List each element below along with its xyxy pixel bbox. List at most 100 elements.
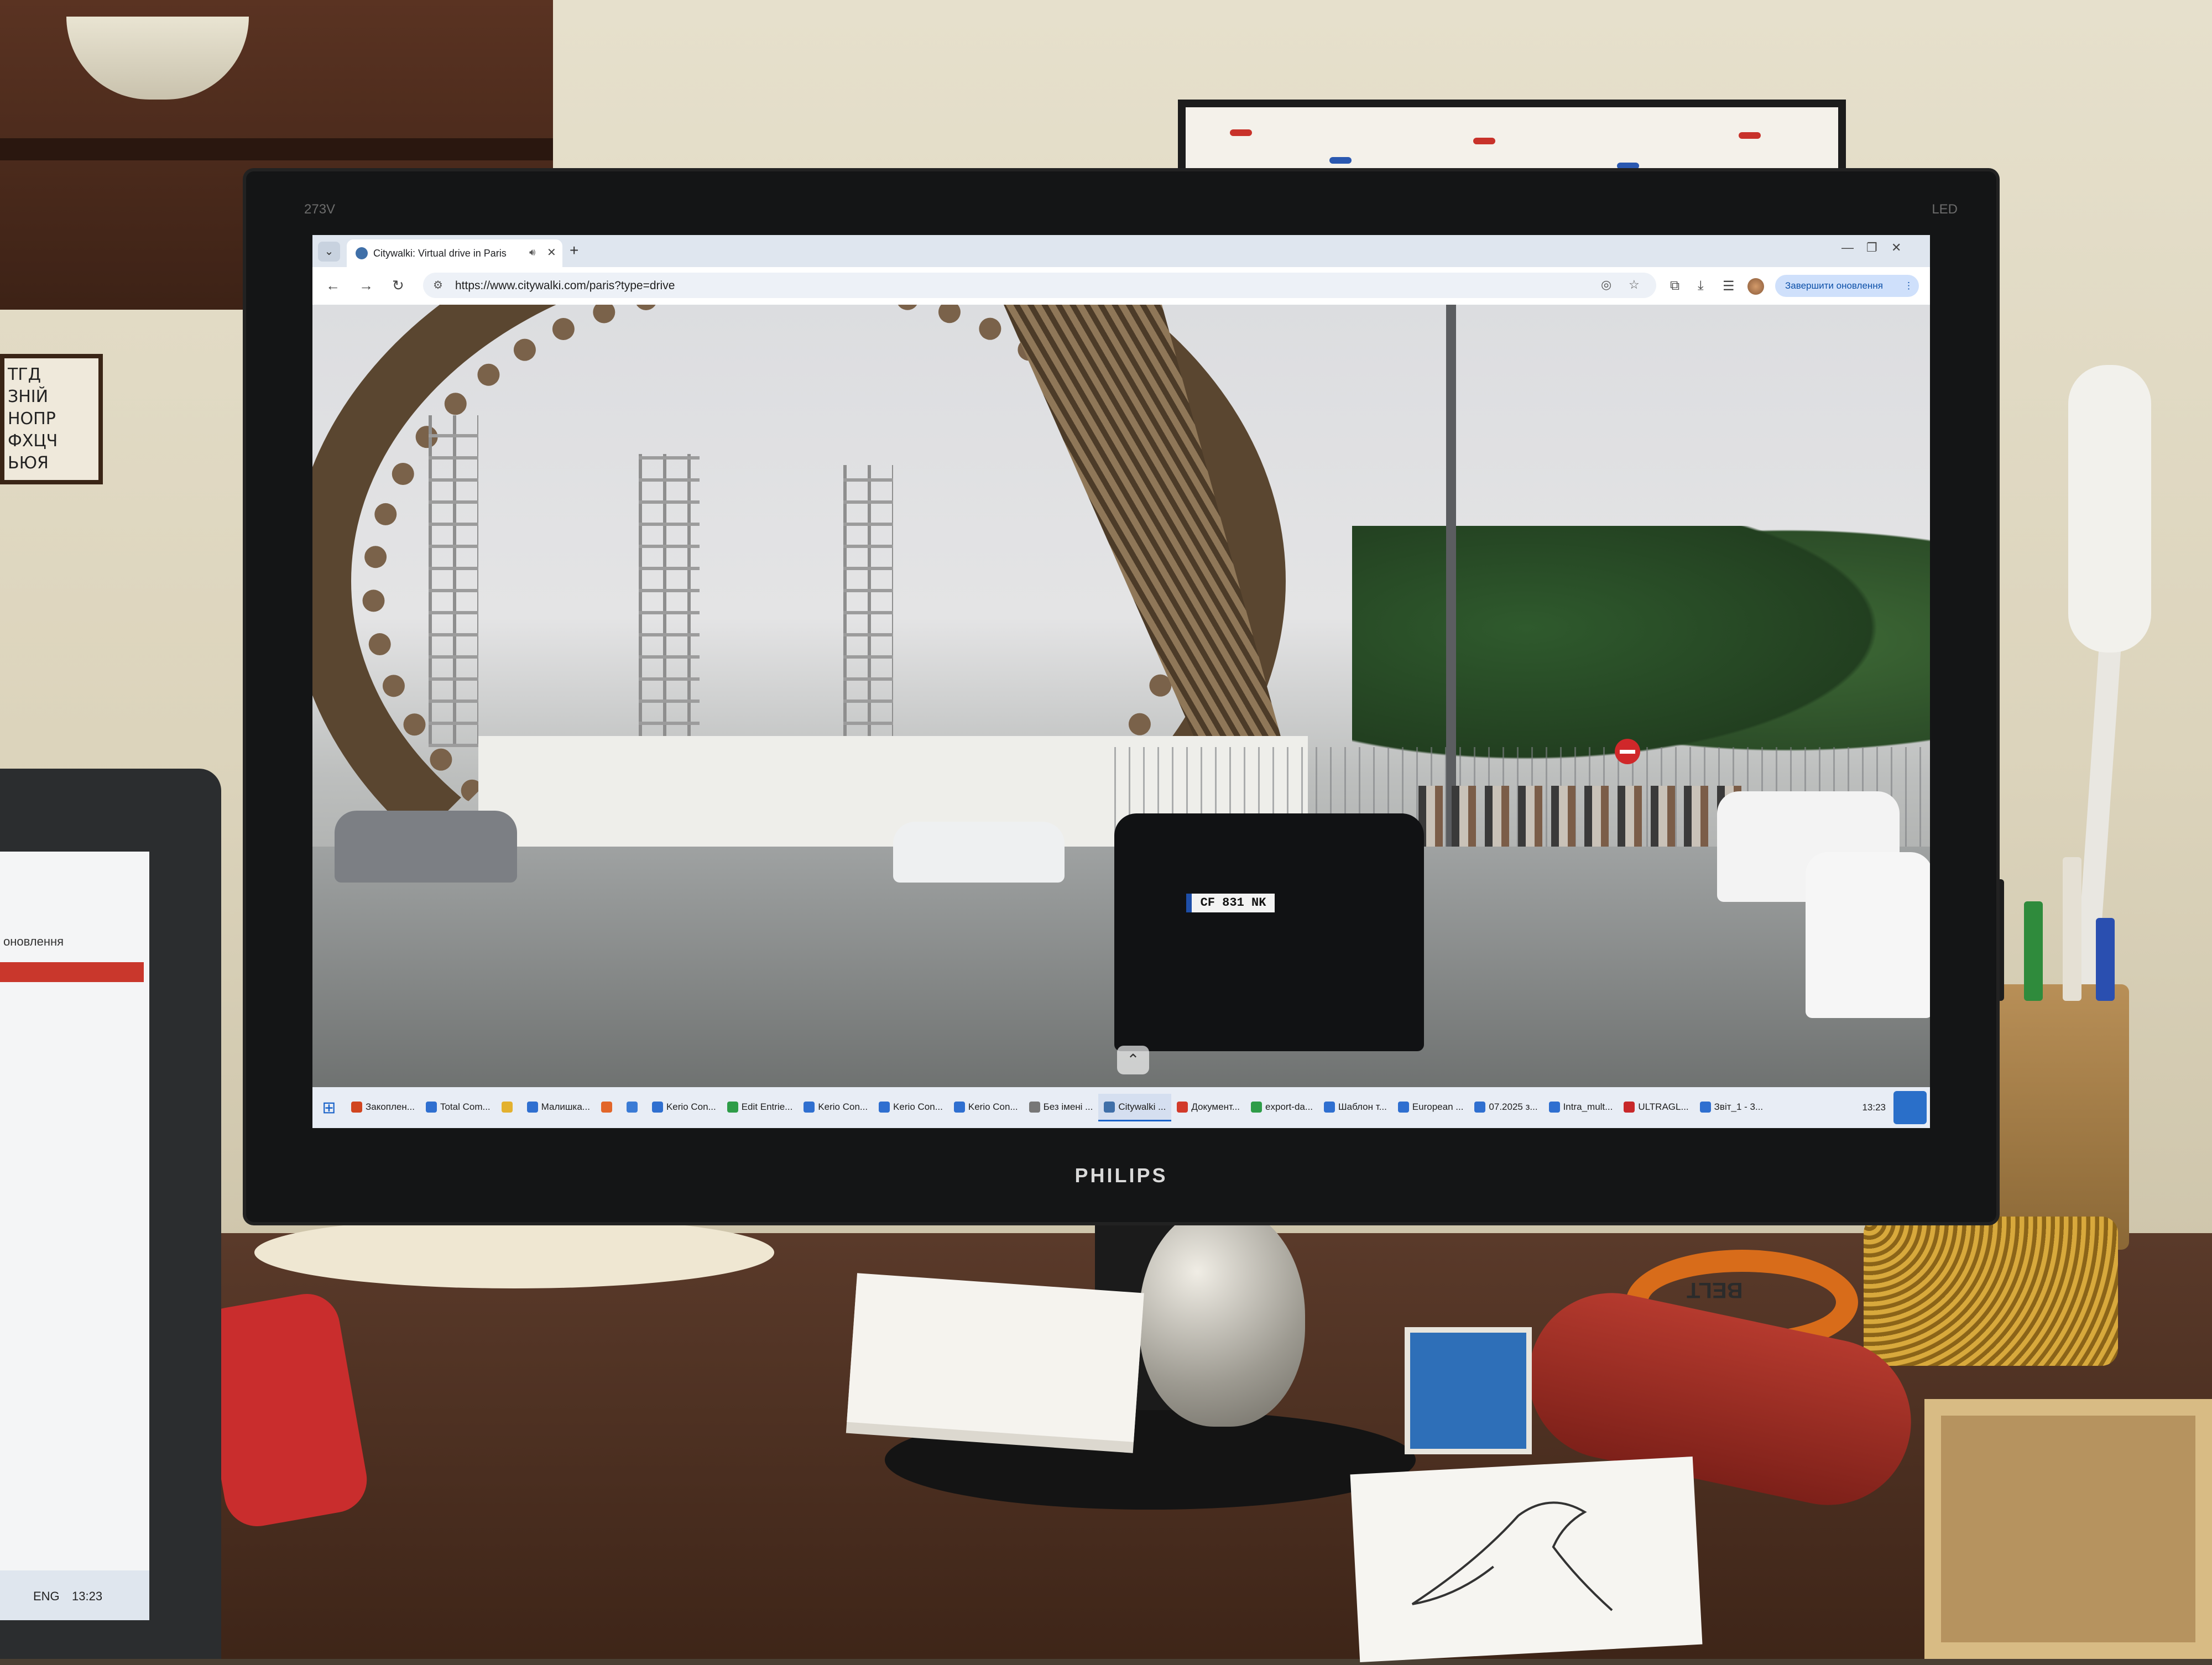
monitor-brand: PHILIPS xyxy=(1074,1164,1168,1187)
taskbar-item[interactable]: Edit Entrie... xyxy=(722,1094,799,1121)
paint-splash xyxy=(1473,138,1495,144)
scaffolding xyxy=(843,465,893,747)
pen xyxy=(2096,918,2115,1001)
finish-update-button[interactable]: Завершити оновлення ⋮ xyxy=(1775,275,1919,297)
taskbar-item-label: European ... xyxy=(1412,1101,1464,1112)
speaker-icon[interactable]: 🔊︎ xyxy=(529,247,535,258)
alphabet-line: ТГД xyxy=(8,365,41,384)
laptop-tab-text: оновлення xyxy=(3,935,64,948)
matchbox xyxy=(1405,1327,1532,1454)
app-icon xyxy=(1474,1101,1486,1113)
window-close-icon[interactable]: ✕ xyxy=(1891,241,1901,255)
taskbar-item[interactable]: Kerio Con... xyxy=(948,1094,1024,1121)
taskbar-item-label: Kerio Con... xyxy=(968,1101,1018,1112)
new-tab-button[interactable]: + xyxy=(570,242,578,259)
black-suv xyxy=(1114,813,1424,1051)
downloads-icon[interactable]: ⤓ xyxy=(1698,278,1704,294)
tab-close-icon[interactable]: ✕ xyxy=(547,246,556,259)
taskbar-item[interactable]: Закоплен... xyxy=(346,1094,420,1121)
taskbar-item[interactable]: Без імені ... xyxy=(1024,1094,1099,1121)
scaffolding xyxy=(429,415,478,747)
energy-star-badge xyxy=(1893,1091,1927,1124)
taskbar-item[interactable]: ULTRAGL... xyxy=(1618,1094,1694,1121)
monitor-led-label: LED xyxy=(1932,202,1958,217)
taskbar-item[interactable] xyxy=(596,1094,621,1121)
app-icon xyxy=(1177,1101,1188,1113)
taskbar-item[interactable]: Total Com... xyxy=(420,1094,496,1121)
taskbar-item[interactable]: Intra_mult... xyxy=(1543,1094,1619,1121)
extensions-icon[interactable]: ⧉ xyxy=(1670,278,1679,294)
taskbar-item-label: export-da... xyxy=(1265,1101,1313,1112)
taskbar-item-label: Закоплен... xyxy=(366,1101,415,1112)
app-icon xyxy=(1324,1101,1335,1113)
trees xyxy=(1352,526,1930,780)
reload-icon[interactable]: ↻ xyxy=(392,277,404,294)
forward-navigation-arrow[interactable]: ⌃ xyxy=(1117,1046,1149,1074)
site-settings-icon[interactable]: ⚙ xyxy=(433,278,443,292)
bird-sketch xyxy=(1411,1501,1613,1611)
app-icon xyxy=(804,1101,815,1113)
alphabet-line: ЗНІЙ xyxy=(8,387,49,406)
taskbar-clock[interactable]: 13:23 xyxy=(1854,1102,1893,1113)
app-icon xyxy=(351,1101,362,1113)
taskbar-item[interactable]: Citywalki ... xyxy=(1098,1094,1172,1121)
forward-icon[interactable]: → xyxy=(359,277,373,294)
reading-list-icon[interactable]: ☰ xyxy=(1723,278,1735,294)
taskbar-item[interactable]: Kerio Con... xyxy=(798,1094,873,1121)
browser-toolbar: ← → ↻ ⚙ https://www.citywalki.com/paris?… xyxy=(312,267,1930,305)
taskbar-item[interactable]: Малишка... xyxy=(521,1094,596,1121)
bookmark-star-icon[interactable]: ☆ xyxy=(1629,278,1640,292)
kebab-menu-icon[interactable]: ⋮ xyxy=(1904,275,1913,297)
minimize-icon[interactable]: — xyxy=(1841,241,1854,255)
tape-label: BELT xyxy=(1687,1278,1743,1302)
lamp-pole xyxy=(1446,305,1456,869)
white-car xyxy=(893,822,1065,883)
address-bar[interactable]: ⚙ https://www.citywalki.com/paris?type=d… xyxy=(423,273,1656,298)
tab-citywalki[interactable]: Citywalki: Virtual drive in Paris 🔊︎ ✕ xyxy=(347,239,562,267)
app-icon xyxy=(1699,1101,1711,1113)
app-icon xyxy=(727,1101,738,1113)
paint-splash xyxy=(1230,129,1252,136)
taskbar-item[interactable] xyxy=(621,1094,646,1121)
taskbar-item[interactable] xyxy=(496,1094,521,1121)
tab-search-button[interactable]: ⌄ xyxy=(318,242,340,262)
url-text[interactable]: https://www.citywalki.com/paris?type=dri… xyxy=(455,279,675,293)
taskbar-item[interactable]: Kerio Con... xyxy=(646,1094,722,1121)
monitor-screen: ⌄ Citywalki: Virtual drive in Paris 🔊︎ ✕… xyxy=(312,235,1930,1128)
app-icon xyxy=(1251,1101,1262,1113)
taskbar-item[interactable]: Шаблон т... xyxy=(1318,1094,1392,1121)
windows-taskbar: ⊞ Закоплен... Total Com... Малишка... Kerio… xyxy=(312,1087,1930,1128)
app-icon xyxy=(953,1101,965,1113)
eye-off-icon[interactable]: ◎ xyxy=(1601,278,1611,292)
app-icon xyxy=(1029,1101,1040,1113)
app-icon xyxy=(526,1101,538,1113)
taskbar-item-label: Документ... xyxy=(1191,1101,1240,1112)
laptop-screen: оновлення ENG 13:23 xyxy=(0,852,149,1620)
taskbar-item[interactable]: 07.2025 з... xyxy=(1469,1094,1543,1121)
laptop-clock[interactable]: 13:23 xyxy=(72,1589,102,1604)
street-view-panorama[interactable]: CF 831 NK ⌃ xyxy=(312,305,1930,1087)
taskbar-item[interactable]: Звіт_1 - 3... xyxy=(1694,1094,1769,1121)
laptop-red-bar xyxy=(0,962,144,982)
taskbar-item[interactable]: export-da... xyxy=(1245,1094,1318,1121)
maximize-icon[interactable]: ❐ xyxy=(1866,241,1877,255)
app-icon xyxy=(626,1101,638,1113)
taskbar-item[interactable]: Kerio Con... xyxy=(873,1094,948,1121)
gold-beaded-bowl xyxy=(1864,1217,2118,1366)
sticky-notepad xyxy=(847,1273,1144,1442)
windows-start-icon[interactable]: ⊞ xyxy=(312,1087,346,1128)
profile-avatar[interactable] xyxy=(1747,278,1764,295)
alphabet-line: НОПР xyxy=(8,409,56,429)
back-icon[interactable]: ← xyxy=(326,277,340,294)
taskbar-item-label: Kerio Con... xyxy=(666,1101,716,1112)
app-icon xyxy=(501,1101,513,1113)
laptop-language[interactable]: ENG xyxy=(33,1589,60,1604)
taskbar-item[interactable]: Документ... xyxy=(1171,1094,1245,1121)
paint-splash xyxy=(1329,157,1352,164)
taskbar-item-label: Kerio Con... xyxy=(893,1101,943,1112)
paint-splash xyxy=(1617,163,1639,169)
paper-sticker xyxy=(254,1217,774,1288)
taskbar-item[interactable]: European ... xyxy=(1392,1094,1469,1121)
app-icon xyxy=(1624,1101,1635,1113)
shelf-board xyxy=(0,138,553,160)
